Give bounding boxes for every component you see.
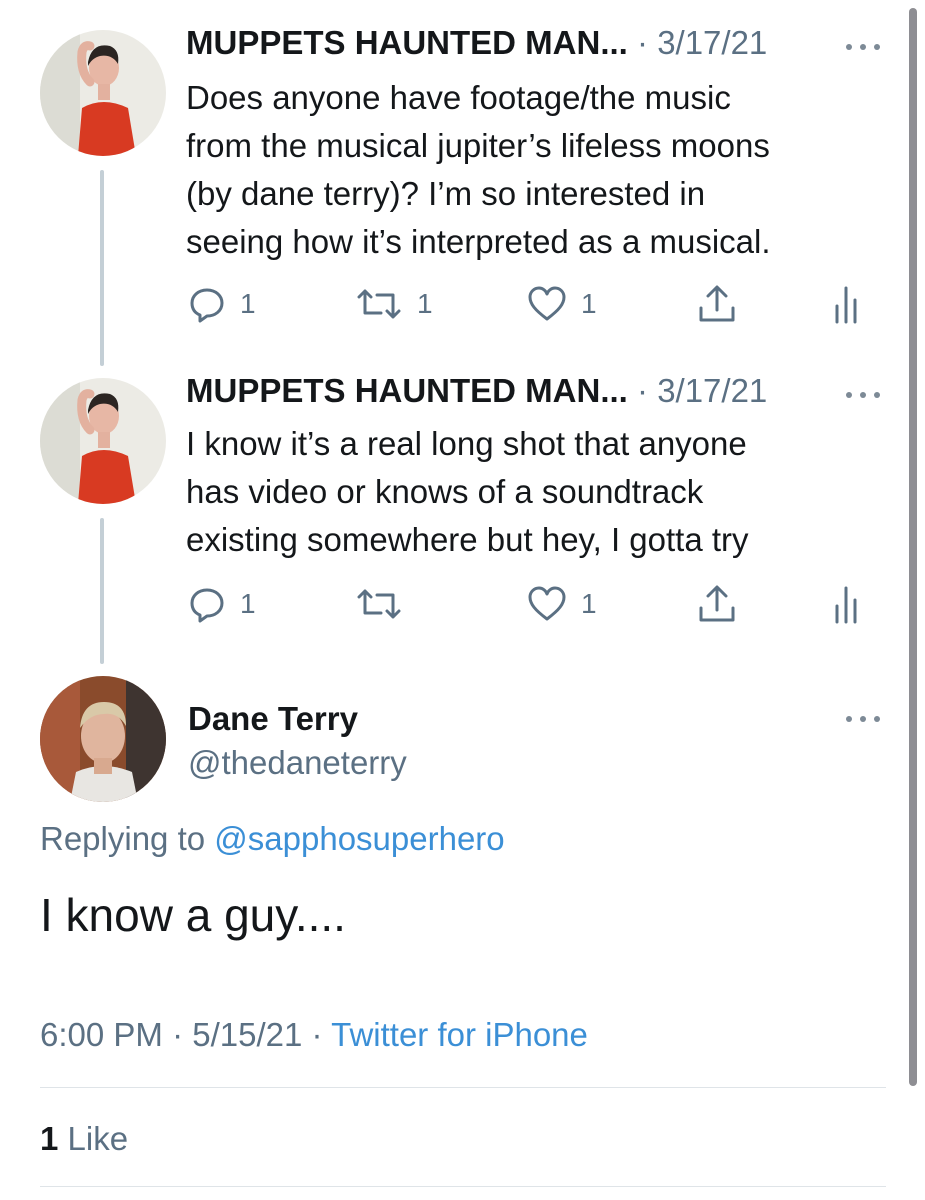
reply-button[interactable]: 1	[188, 584, 256, 624]
tweet-text: I know it’s a real long shot that anyone…	[186, 420, 886, 564]
avatar[interactable]	[40, 676, 166, 802]
replying-to: Replying to @sapphosuperhero	[40, 820, 505, 858]
replying-prefix: Replying to	[40, 820, 206, 857]
retweet-button[interactable]: 1	[355, 284, 433, 324]
like-button[interactable]: 1	[527, 284, 597, 324]
tweet-timestamp: 6:00 PM · 5/15/21 · Twitter for iPhone	[40, 1016, 588, 1054]
author-name[interactable]: MUPPETS HAUNTED MAN...	[186, 24, 628, 61]
reply-icon	[190, 288, 224, 323]
tweet-line: I know it’s a real long shot that anyone	[186, 425, 747, 462]
retweet-count: 1	[417, 288, 433, 319]
analytics-button[interactable]	[832, 284, 862, 324]
reply-count: 1	[240, 288, 256, 319]
replying-handle-link[interactable]: @sapphosuperhero	[214, 820, 504, 857]
reply-button[interactable]: 1	[188, 284, 256, 324]
like-count: 1	[581, 588, 597, 619]
author-name[interactable]: MUPPETS HAUNTED MAN...	[186, 372, 628, 409]
share-button[interactable]	[697, 284, 737, 324]
likes-summary[interactable]: 1 Like	[40, 1120, 128, 1158]
separator: ·	[311, 1016, 323, 1053]
more-icon[interactable]	[846, 384, 882, 404]
separator: ·	[637, 372, 649, 409]
avatar[interactable]	[40, 378, 166, 504]
display-name[interactable]: Dane Terry	[188, 700, 358, 738]
share-icon	[699, 285, 735, 322]
reply-count: 1	[240, 588, 256, 619]
tweet-line: Does anyone have footage/the music	[186, 79, 731, 116]
heart-icon	[528, 286, 566, 321]
tweet-line: has video or knows of a soundtrack	[186, 473, 704, 510]
like-button[interactable]: 1	[527, 584, 597, 624]
tweet-date[interactable]: 3/17/21	[657, 24, 767, 61]
tweet-date: 5/15/21	[192, 1016, 303, 1053]
heart-icon	[528, 586, 566, 621]
more-icon[interactable]	[846, 708, 882, 728]
analytics-icon	[835, 286, 857, 324]
handle[interactable]: @thedaneterry	[188, 744, 407, 782]
analytics-button[interactable]	[832, 584, 862, 624]
like-count: 1	[581, 288, 597, 319]
like-label: Like	[67, 1120, 129, 1157]
tweet-text: Does anyone have footage/the music from …	[186, 74, 886, 266]
separator: ·	[637, 24, 649, 61]
tweet-date[interactable]: 3/17/21	[657, 372, 767, 409]
thread-connector	[100, 170, 104, 366]
tweet-time: 6:00 PM	[40, 1016, 163, 1053]
tweet-line: from the musical jupiter’s lifeless moon…	[186, 127, 770, 164]
tweet-line: seeing how it’s interpreted as a musical…	[186, 223, 771, 260]
source-link[interactable]: Twitter for iPhone	[331, 1016, 588, 1053]
scrollbar[interactable]	[909, 8, 917, 1086]
main-tweet-text: I know a guy....	[40, 889, 346, 941]
share-button[interactable]	[697, 584, 737, 624]
retweet-icon	[357, 289, 401, 319]
divider	[40, 1186, 886, 1187]
avatar[interactable]	[40, 30, 166, 156]
tweet-meta: MUPPETS HAUNTED MAN... · 3/17/21	[186, 372, 767, 410]
divider	[40, 1087, 886, 1088]
reply-icon	[190, 588, 224, 623]
tweet-meta: MUPPETS HAUNTED MAN... · 3/17/21	[186, 24, 767, 62]
like-count: 1	[40, 1120, 59, 1157]
tweet-line: (by dane terry)? I’m so interested in	[186, 175, 706, 212]
tweet-line: existing somewhere but hey, I gotta try	[186, 521, 749, 558]
retweet-icon	[357, 589, 401, 619]
retweet-button[interactable]	[355, 584, 417, 624]
analytics-icon	[835, 586, 857, 624]
more-icon[interactable]	[846, 36, 882, 56]
thread-connector	[100, 518, 104, 664]
share-icon	[699, 585, 735, 622]
separator: ·	[172, 1016, 184, 1053]
